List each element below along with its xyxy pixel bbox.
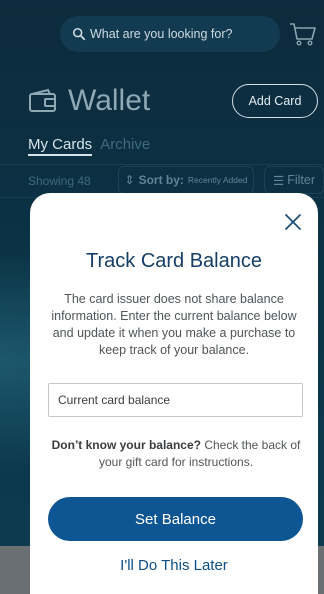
modal-description: The card issuer does not share balance i… [51,292,297,357]
sort-value: Recently Added [187,175,248,185]
tab-archive[interactable]: Archive [100,136,150,156]
cart-icon[interactable] [288,20,318,48]
help-text: Don’t know your balance? Check the back … [46,437,306,471]
sort-label: Sort by: [138,173,184,187]
close-button[interactable] [280,209,306,235]
wallet-icon [29,88,56,112]
sort-dropdown[interactable]: ⇕ Sort by: Recently Added [118,166,254,194]
help-bold: Don’t know your balance? [51,438,201,452]
wallet-tabs: My Cards Archive [28,136,150,156]
wallet-title-text: Wallet [68,84,151,117]
search-bar[interactable]: What are you looking for? [60,16,280,52]
set-balance-button[interactable]: Set Balance [48,497,303,541]
result-count: Showing 48 [28,174,91,188]
do-this-later-link[interactable]: I'll Do This Later [30,557,318,574]
sort-arrows-icon: ⇕ [124,173,135,187]
tab-my-cards[interactable]: My Cards [28,136,93,156]
modal-title: Track Card Balance [86,250,262,272]
filter-icon: ☰ [273,173,285,188]
search-icon [72,27,86,41]
filter-label: Filter [287,173,315,187]
search-placeholder: What are you looking for? [90,27,233,41]
filter-button[interactable]: ☰ Filter [264,166,324,194]
page-title: Wallet [28,84,150,118]
close-icon [285,214,301,230]
add-card-button[interactable]: Add Card [232,84,318,118]
current-balance-input[interactable] [48,383,303,417]
